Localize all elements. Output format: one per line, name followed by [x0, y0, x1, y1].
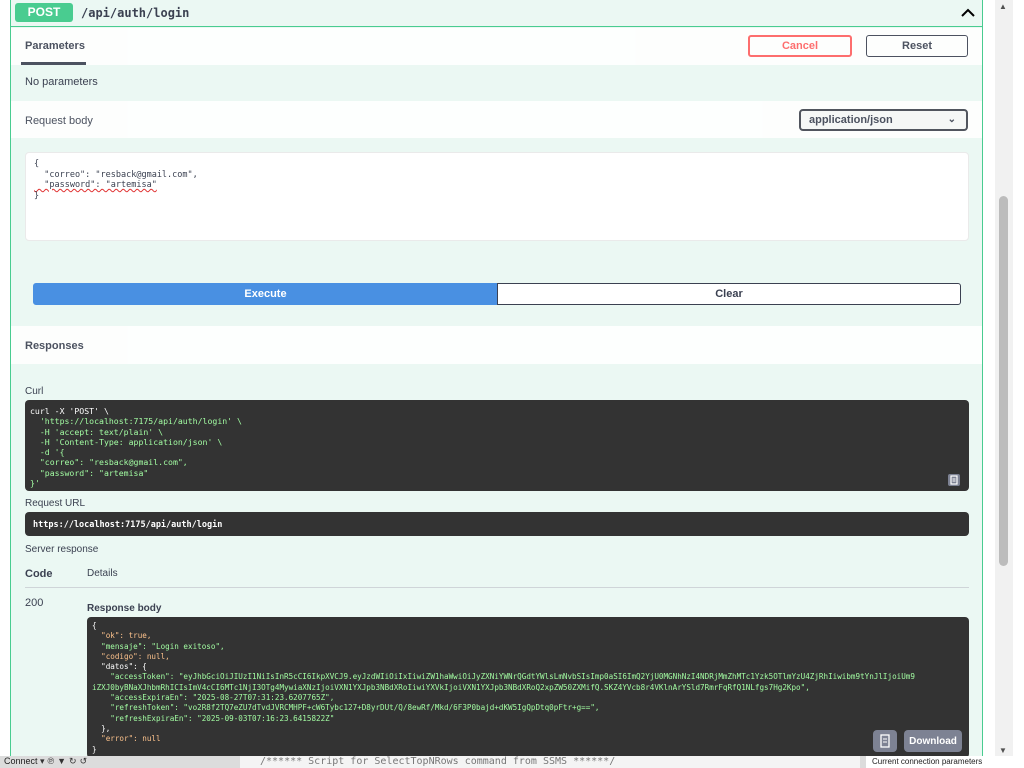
curl-line: }' [30, 478, 40, 489]
toolbar-icons[interactable]: ▾℗▼↻↺ [40, 756, 90, 767]
cancel-button[interactable]: Cancel [748, 35, 852, 57]
response-line: { [92, 621, 97, 630]
request-body-editor[interactable]: { "correo": "resback@gmail.com", "passwo… [25, 152, 969, 241]
operation-header[interactable]: POST /api/auth/login [11, 0, 982, 27]
curl-line: -H 'accept: text/plain' \ [30, 426, 164, 437]
response-line: }, [92, 723, 111, 733]
response-line: "accessExpiraEn": "2025-08-27T07:31:23.6… [92, 693, 335, 703]
server-response-label: Server response [25, 544, 99, 555]
connection-status: Current connection parameters [866, 756, 1024, 768]
scroll-down-icon[interactable]: ▼ [999, 746, 1007, 755]
responses-bar: Responses [11, 326, 982, 364]
response-body-label: Response body [87, 603, 162, 614]
curl-line: -d '{ [30, 447, 65, 458]
request-body-label: Request body [25, 115, 93, 127]
tab-parameters[interactable]: Parameters [25, 40, 85, 52]
response-line: "ok": true, [92, 631, 152, 641]
response-line: "accessToken": "eyJhbGciOiJIUzI1NiIsInR5… [92, 672, 915, 682]
download-button[interactable]: Download [904, 730, 962, 752]
scroll-up-icon[interactable]: ▲ [999, 2, 1007, 11]
curl-block[interactable]: curl -X 'POST' \ 'https://localhost:7175… [25, 400, 969, 491]
response-line: "refreshToken": "vo2R8f2TQ7eZU7dTvdJVRCM… [92, 703, 600, 713]
chevron-up-icon[interactable] [957, 3, 979, 23]
curl-line: -H 'Content-Type: application/json' \ [30, 436, 223, 447]
swagger-page: POST /api/auth/login Parameters Cancel R… [0, 0, 1024, 768]
chevron-down-icon: ⌄ [947, 114, 956, 125]
body-line-password: "password": "artemisa" [34, 180, 157, 190]
clear-button[interactable]: Clear [497, 283, 961, 305]
execute-button[interactable]: Execute [33, 283, 498, 305]
operation-block-post-login: POST /api/auth/login Parameters Cancel R… [10, 0, 983, 758]
response-line: } [92, 744, 97, 754]
responses-title: Responses [25, 340, 84, 352]
body-line: "password": "artemisa" [34, 180, 960, 191]
body-line: "correo": "resback@gmail.com", [34, 169, 198, 180]
content-type-select[interactable]: application/json ⌄ [799, 109, 968, 131]
code-column-header: Code [25, 568, 53, 580]
response-table-divider [25, 587, 969, 588]
curl-line: "password": "artemisa" [30, 467, 149, 478]
response-line: "codigo": null, [92, 651, 170, 661]
body-line: } [34, 190, 40, 201]
no-parameters-text: No parameters [25, 76, 98, 88]
operation-path: /api/auth/login [81, 6, 190, 20]
request-url-value[interactable]: https://localhost:7175/api/auth/login [25, 512, 969, 536]
response-code: 200 [25, 597, 44, 609]
response-line: "error": null [92, 734, 161, 744]
request-url-label: Request URL [25, 498, 86, 509]
request-body-bar: Request body application/json ⌄ [11, 101, 982, 138]
sql-script-text: /****** Script for SelectTopNRows comman… [240, 756, 860, 768]
curl-line: "correo": "resback@gmail.com", [30, 457, 188, 468]
clipboard-icon[interactable] [947, 473, 961, 487]
curl-line: curl -X 'POST' \ [30, 406, 109, 416]
connect-button[interactable]: Connect [4, 756, 38, 766]
details-column-header: Details [87, 568, 118, 579]
bottom-toolbar: Connect ▾℗▼↻↺ /****** Script for SelectT… [0, 756, 1024, 768]
response-line: "mensaje": "Login exitoso", [92, 641, 225, 651]
body-line: { [34, 159, 40, 169]
response-body-block[interactable]: { "ok": true, "mensaje": "Login exitoso"… [87, 617, 969, 758]
clipboard-icon[interactable] [873, 730, 897, 752]
vertical-scrollbar[interactable]: ▲ ▼ [995, 0, 1013, 758]
method-badge: POST [15, 3, 73, 22]
content-type-value: application/json [809, 114, 893, 126]
tab-underline [21, 62, 86, 65]
curl-label: Curl [25, 386, 44, 397]
parameters-bar: Parameters Cancel Reset [11, 28, 982, 65]
response-line: "datos": { [92, 662, 147, 672]
reset-button[interactable]: Reset [866, 35, 968, 57]
response-line: iZXJ0byBNaXJhbmRhICIsImV4cCI6MTc1NjI3OTg… [92, 682, 810, 692]
curl-line: 'https://localhost:7175/api/auth/login' … [30, 416, 242, 427]
scroll-thumb[interactable] [999, 196, 1008, 566]
response-line: "refreshExpiraEn": "2025-09-03T07:16:23.… [92, 713, 335, 723]
